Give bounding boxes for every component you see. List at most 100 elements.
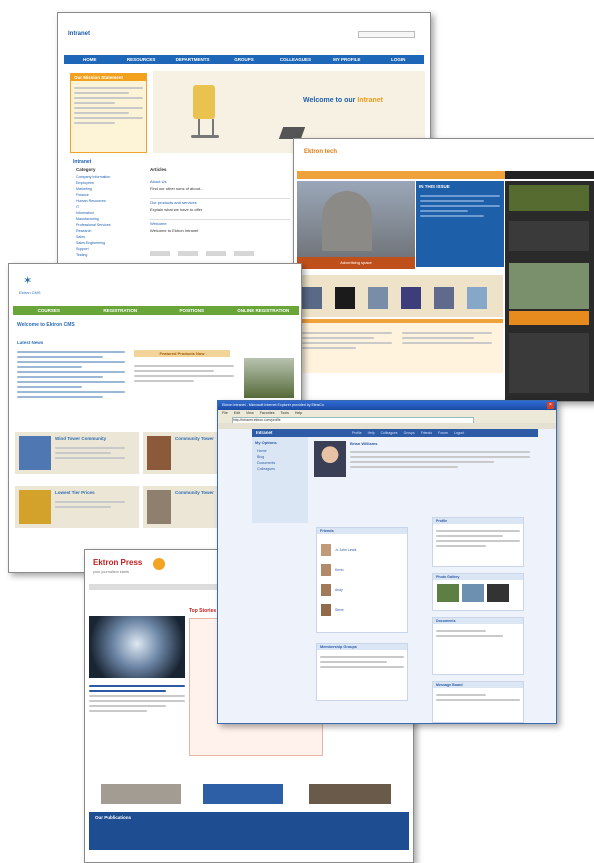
ektron-tech-screenshot-card: Ektron tech Advertising space IN THIS IS… (293, 138, 594, 402)
in-this-issue-panel: IN THIS ISSUE (416, 181, 504, 267)
nav-registration[interactable]: REGISTRATION (85, 306, 157, 315)
tab-profile[interactable]: Profile (352, 429, 362, 437)
nav-courses[interactable]: COURSES (13, 306, 85, 315)
article-desc: Explain what we have to offer (150, 207, 203, 212)
right-panel-photo-gallery: Photo Gallery (432, 573, 524, 611)
featured-label: Featured Products Now (134, 350, 230, 357)
article-title[interactable]: Welcome (150, 220, 290, 227)
welcome-prefix: Welcome to our (303, 97, 356, 104)
browser-title: Ektron Intranet - Microsoft Internet Exp… (222, 403, 324, 407)
latest-news-heading: Latest News (17, 340, 44, 345)
nav-home[interactable]: HOME (64, 55, 115, 64)
article-title[interactable]: About Us (150, 178, 290, 185)
tech-form-area (297, 319, 503, 373)
office-chair-image (193, 85, 215, 119)
press-footer: Our Publications (89, 812, 409, 850)
friend-row[interactable]: Steve (321, 600, 403, 620)
featured-text (134, 362, 234, 385)
press-tagline: your journalism starts (93, 570, 130, 574)
sidebar-item-colleagues[interactable]: Colleagues (257, 466, 308, 472)
cms-row-1: Wind Tower Community (15, 432, 139, 474)
cms-green-nav: COURSES REGISTRATION POSITIONS ONLINE RE… (13, 306, 299, 315)
avatar (321, 604, 331, 617)
nav-resources[interactable]: RESOURCES (115, 55, 166, 64)
page-header-bar: Intranet Profile Help Colleagues Groups … (252, 429, 538, 437)
category-item[interactable]: Testing (76, 252, 146, 258)
nav-groups[interactable]: GROUPS (218, 55, 269, 64)
tab-friends[interactable]: Friends (421, 429, 432, 437)
intranet-search-box[interactable] (358, 31, 415, 38)
press-sun-icon (153, 558, 165, 570)
tech-hero-dome: Advertising space (297, 181, 415, 269)
tech-black-bar (505, 171, 594, 179)
press-logo: Ektron Press (93, 558, 143, 567)
mission-box: Our Mission Statement (70, 73, 147, 153)
press-feature-text (89, 682, 185, 715)
article-desc: Find our other sons of about... (150, 186, 204, 191)
nav-login[interactable]: LOGIN (373, 55, 424, 64)
row2b-title: Community Tower (175, 490, 214, 495)
thumbnail-strip (297, 275, 503, 317)
nav-my-profile[interactable]: MY PROFILE (321, 55, 372, 64)
article-title[interactable]: Our products and services (150, 199, 290, 206)
ektron-cms-logo-text: Ektron CMS (19, 290, 41, 295)
welcome-word: Intranet (357, 97, 384, 104)
nav-departments[interactable]: DEPARTMENTS (167, 55, 218, 64)
press-feature-globe (89, 616, 185, 678)
article-list: About Us Find our other sons of about...… (150, 178, 290, 234)
right-panel-message-board: Message Board (432, 681, 524, 723)
friend-row[interactable]: Jr. John Lewis (321, 540, 403, 560)
row1b-title: Community Tower (175, 436, 214, 441)
window-close-icon[interactable]: × (547, 402, 554, 409)
row2-image (19, 490, 51, 524)
browser-address-bar[interactable]: http://intranet.ektron.com/profile (218, 416, 556, 424)
right-panel-profile: Profile (432, 517, 524, 567)
browser-screenshot-card: Ektron Intranet - Microsoft Internet Exp… (217, 400, 557, 724)
tab-help[interactable]: Help (368, 429, 375, 437)
subscribe-banner[interactable] (509, 311, 589, 325)
avatar (321, 564, 331, 577)
intranet-nav-bar: HOME RESOURCES DEPARTMENTS GROUPS COLLEA… (64, 55, 424, 64)
nav-colleagues[interactable]: COLLEAGUES (270, 55, 321, 64)
building-image (509, 263, 589, 309)
latest-news-list (17, 348, 125, 401)
hero-caption: Advertising space (297, 257, 415, 269)
profile-photo (314, 441, 346, 477)
mission-title: Our Mission Statement (71, 74, 146, 81)
nav-positions[interactable]: POSITIONS (156, 306, 228, 315)
friend-row[interactable]: Andy (321, 580, 403, 600)
friend-row[interactable]: Kevin (321, 560, 403, 580)
cms-row-2: Lowest Tier Prices (15, 486, 139, 528)
right-column: Profile Photo Gallery Documents Message … (432, 517, 524, 723)
in-this-issue-title: IN THIS ISSUE (419, 184, 450, 189)
ektron-cms-logo: ✶ (23, 275, 33, 287)
tab-colleagues[interactable]: Colleagues (381, 429, 398, 437)
tab-forum[interactable]: Forum (438, 429, 448, 437)
cms-welcome-title: Welcome to Ektron CMS (17, 322, 75, 328)
sidebar-title: My Options (255, 440, 277, 445)
articles-label: Articles (150, 167, 167, 172)
avatar (321, 584, 331, 597)
tab-groups[interactable]: Groups (404, 429, 415, 437)
featured-bridge-image (244, 358, 294, 398)
wind-turbine-image (19, 436, 51, 470)
article-desc: Welcome to Ektron Intranet (150, 228, 199, 233)
browser-titlebar: Ektron Intranet - Microsoft Internet Exp… (218, 401, 556, 410)
browser-sidebar: My Options Home Blog Documents Colleague… (252, 437, 308, 523)
groups-panel: Membership Groups (316, 643, 408, 701)
press-top-stories: Top Stories (189, 608, 217, 614)
row2-title: Lowest Tier Prices (55, 490, 95, 495)
right-panel-documents: Documents (432, 617, 524, 675)
tech-sidebar-dark (505, 181, 594, 401)
tab-logout[interactable]: Logout (454, 429, 464, 437)
tech-orange-nav (297, 171, 505, 179)
friends-panel: Friends Jr. John Lewis Kevin Andy Steve (316, 527, 408, 633)
profile-bio (350, 448, 530, 471)
nav-online-registration[interactable]: ONLINE REGISTRATION (228, 306, 300, 315)
category-list: Company Information Employees Marketing … (76, 174, 146, 258)
avatar (321, 544, 331, 557)
intranet-logo: Intranet (68, 31, 91, 37)
site-label: Intranet (256, 430, 273, 435)
article-action-icons (150, 251, 290, 256)
categories-label: Category (76, 167, 96, 172)
